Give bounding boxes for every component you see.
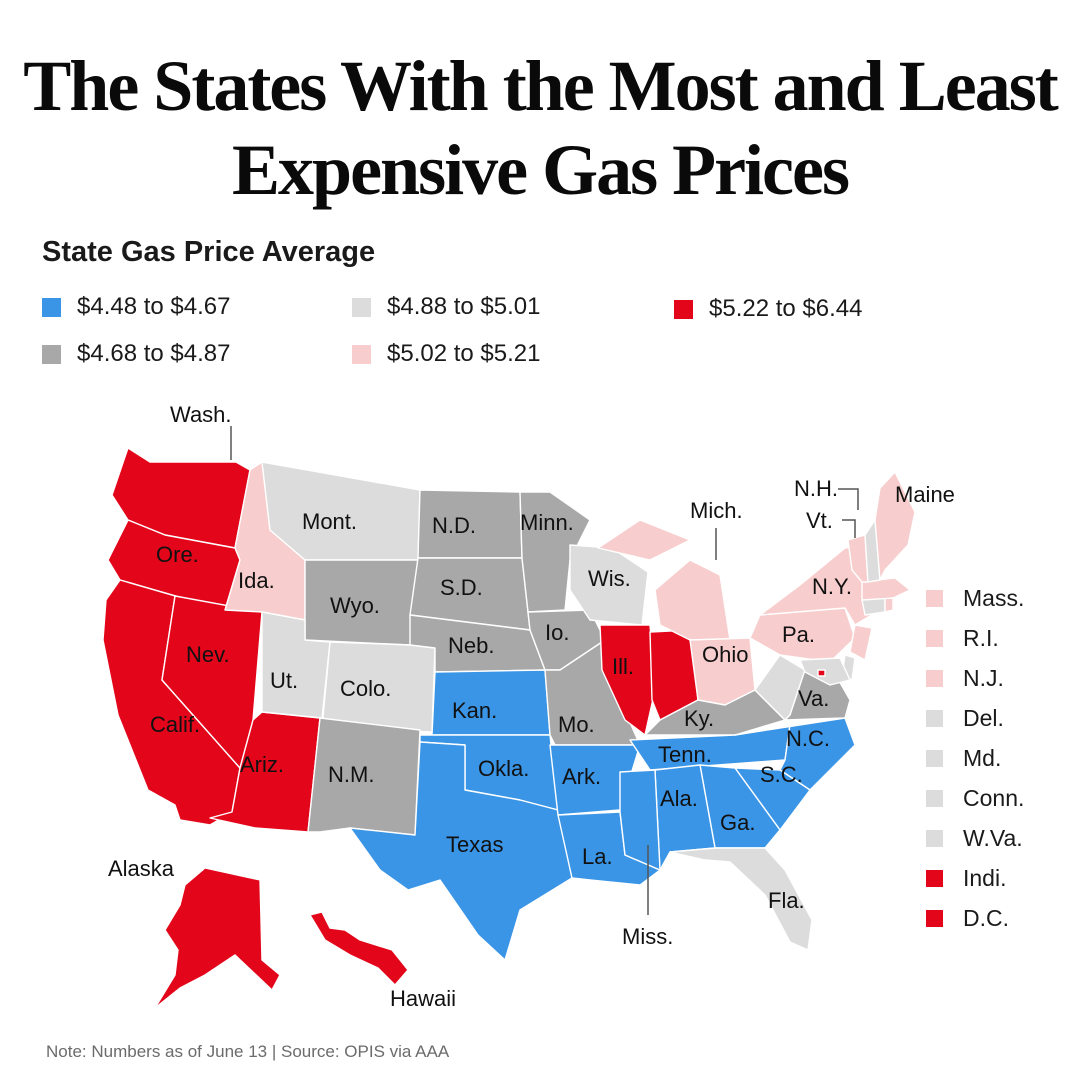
small-state-swatch <box>926 670 943 687</box>
label-wyoming: Wyo. <box>330 593 380 618</box>
small-state-label: N.J. <box>963 665 1004 691</box>
source-note: Note: Numbers as of June 13 | Source: OP… <box>46 1042 450 1061</box>
state-hawaii <box>309 911 409 986</box>
label-alaska: Alaska <box>108 856 175 881</box>
label-washington: Wash. <box>170 402 232 427</box>
small-state-delaware: Del. <box>926 705 1004 732</box>
small-state-indiana: Indi. <box>926 865 1006 892</box>
label-oklahoma: Okla. <box>478 756 529 781</box>
label-alabama: Ala. <box>660 786 698 811</box>
small-state-massachusetts: Mass. <box>926 585 1024 612</box>
label-minnesota: Minn. <box>520 510 574 535</box>
small-state-label: Mass. <box>963 585 1025 611</box>
small-state-new-jersey: N.J. <box>926 665 1004 692</box>
small-state-label: Conn. <box>963 785 1025 811</box>
small-state-rhode-island: R.I. <box>926 625 999 652</box>
label-kentucky: Ky. <box>684 706 714 731</box>
state-dc <box>817 669 826 677</box>
label-virginia: Va. <box>798 686 829 711</box>
small-state-maryland: Md. <box>926 745 1001 772</box>
label-arkansas: Ark. <box>562 764 601 789</box>
small-state-swatch <box>926 870 943 887</box>
label-ohio: Ohio <box>702 642 748 667</box>
label-vermont: Vt. <box>806 508 833 533</box>
state-connecticut <box>861 597 886 616</box>
small-state-label: Md. <box>963 745 1002 771</box>
small-state-swatch <box>926 830 943 847</box>
label-new-hampshire: N.H. <box>794 476 838 501</box>
label-pennsylvania: Pa. <box>782 622 815 647</box>
small-state-swatch <box>926 910 943 927</box>
small-state-label: Indi. <box>963 865 1007 891</box>
label-nebraska: Neb. <box>448 633 494 658</box>
small-state-label: D.C. <box>963 905 1009 931</box>
label-north-dakota: N.D. <box>432 513 476 538</box>
label-florida: Fla. <box>768 888 805 913</box>
small-state-swatch <box>926 710 943 727</box>
label-colorado: Colo. <box>340 676 391 701</box>
state-new-jersey <box>849 624 873 661</box>
state-alaska <box>154 867 281 1009</box>
label-north-carolina: N.C. <box>786 726 830 751</box>
label-maine: Maine <box>895 482 955 507</box>
label-utah: Ut. <box>270 668 298 693</box>
label-hawaii: Hawaii <box>390 986 456 1011</box>
label-louisiana: La. <box>582 844 613 869</box>
label-montana: Mont. <box>302 509 357 534</box>
label-illinois: Ill. <box>612 654 634 679</box>
state-rhode-island <box>884 597 894 613</box>
label-georgia: Ga. <box>720 810 755 835</box>
label-wisconsin: Wis. <box>588 566 631 591</box>
small-state-swatch <box>926 630 943 647</box>
state-michigan-lower <box>654 559 731 641</box>
small-state-swatch <box>926 590 943 607</box>
label-michigan: Mich. <box>690 498 743 523</box>
label-new-york: N.Y. <box>812 574 852 599</box>
small-state-connecticut: Conn. <box>926 785 1024 812</box>
state-mississippi <box>619 769 661 871</box>
label-kansas: Kan. <box>452 698 497 723</box>
label-tennessee: Tenn. <box>658 742 712 767</box>
small-state-swatch <box>926 750 943 767</box>
label-missouri: Mo. <box>558 712 595 737</box>
label-south-carolina: S.C. <box>760 762 803 787</box>
label-new-mexico: N.M. <box>328 762 374 787</box>
label-oregon: Ore. <box>156 542 199 567</box>
label-iowa: Io. <box>545 620 569 645</box>
small-state-label: R.I. <box>963 625 999 651</box>
label-nevada: Nev. <box>186 642 230 667</box>
label-arizona: Ariz. <box>240 752 284 777</box>
small-state-dc: D.C. <box>926 905 1009 932</box>
label-mississippi: Miss. <box>622 924 673 949</box>
us-gas-price-map: Wash. Ore. Calif. Nev. Ida. Mont. Wyo. U… <box>102 402 955 1011</box>
label-idaho: Ida. <box>238 568 275 593</box>
label-texas: Texas <box>446 832 503 857</box>
leader-line-new-hampshire <box>838 488 859 510</box>
label-california: Calif. <box>150 712 200 737</box>
small-state-west-virginia: W.Va. <box>926 825 1023 852</box>
small-state-swatch <box>926 790 943 807</box>
small-state-label: Del. <box>963 705 1004 731</box>
small-state-label: W.Va. <box>963 825 1023 851</box>
label-south-dakota: S.D. <box>440 575 483 600</box>
leader-line-vermont <box>842 519 856 538</box>
